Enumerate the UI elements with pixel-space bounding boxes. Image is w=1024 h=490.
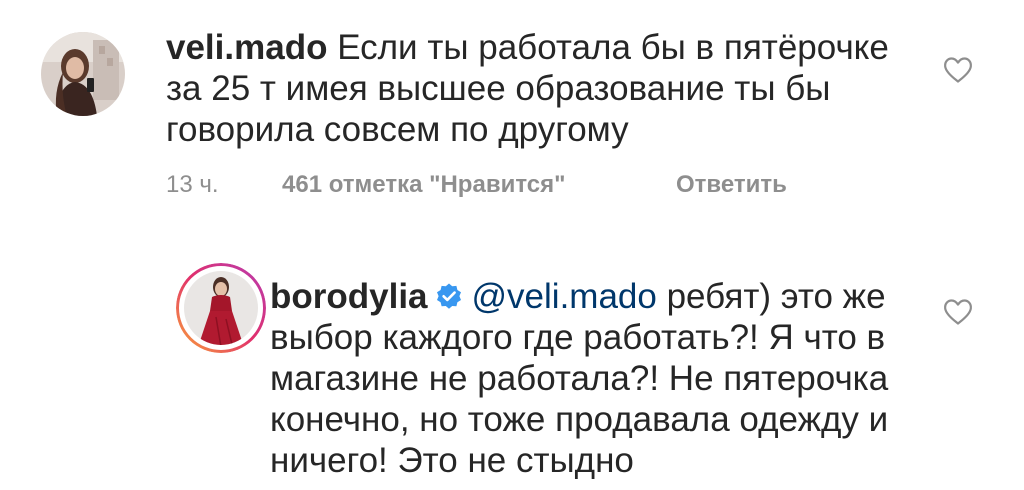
profile-photo xyxy=(41,32,125,116)
comment-borodylia: borodylia @veli.mado ребят) это же выбор … xyxy=(0,230,1024,490)
avatar[interactable] xyxy=(176,263,266,353)
comment-username[interactable]: borodylia xyxy=(270,277,428,316)
comment-text-line: конечно, но тоже продавала одежду и xyxy=(270,400,889,439)
comment-veli-mado: veli.mado Если ты работала бы в пятёрочк… xyxy=(0,0,1024,230)
comment-text-line: за 25 т имея высшее образование ты бы xyxy=(166,69,831,108)
comment-text: borodylia @veli.mado ребят) это же выбор … xyxy=(270,276,990,481)
comment-text-line: ребят) это же xyxy=(656,277,886,316)
comment-text-line: Если ты работала бы в пятёрочке xyxy=(337,28,889,67)
heart-outline-icon[interactable] xyxy=(943,298,973,326)
verified-badge-icon xyxy=(436,283,461,309)
comment-text-line: говорила совсем по другому xyxy=(166,110,629,149)
comment-text: veli.mado Если ты работала бы в пятёрочк… xyxy=(166,27,926,150)
comment-meta: 13 ч. 461 отметка "Нравится" Ответить xyxy=(166,171,866,201)
likes-count-link[interactable]: 461 отметка "Нравится" xyxy=(282,171,566,199)
heart-outline-icon[interactable] xyxy=(943,56,973,84)
story-ring-avatar xyxy=(176,263,266,353)
reply-button[interactable]: Ответить xyxy=(676,171,787,199)
comment-text-line: выбор каждого где работать?! Я что в xyxy=(270,318,886,357)
comment-username[interactable]: veli.mado xyxy=(166,28,327,67)
avatar[interactable] xyxy=(41,32,125,116)
comment-time: 13 ч. xyxy=(166,171,219,198)
comment-text-line: магазине не работала?! Не пятерочка xyxy=(270,359,889,398)
comment-text-line: ничего! Это не стыдно xyxy=(270,441,634,480)
mention-link[interactable]: @veli.mado xyxy=(472,277,657,316)
